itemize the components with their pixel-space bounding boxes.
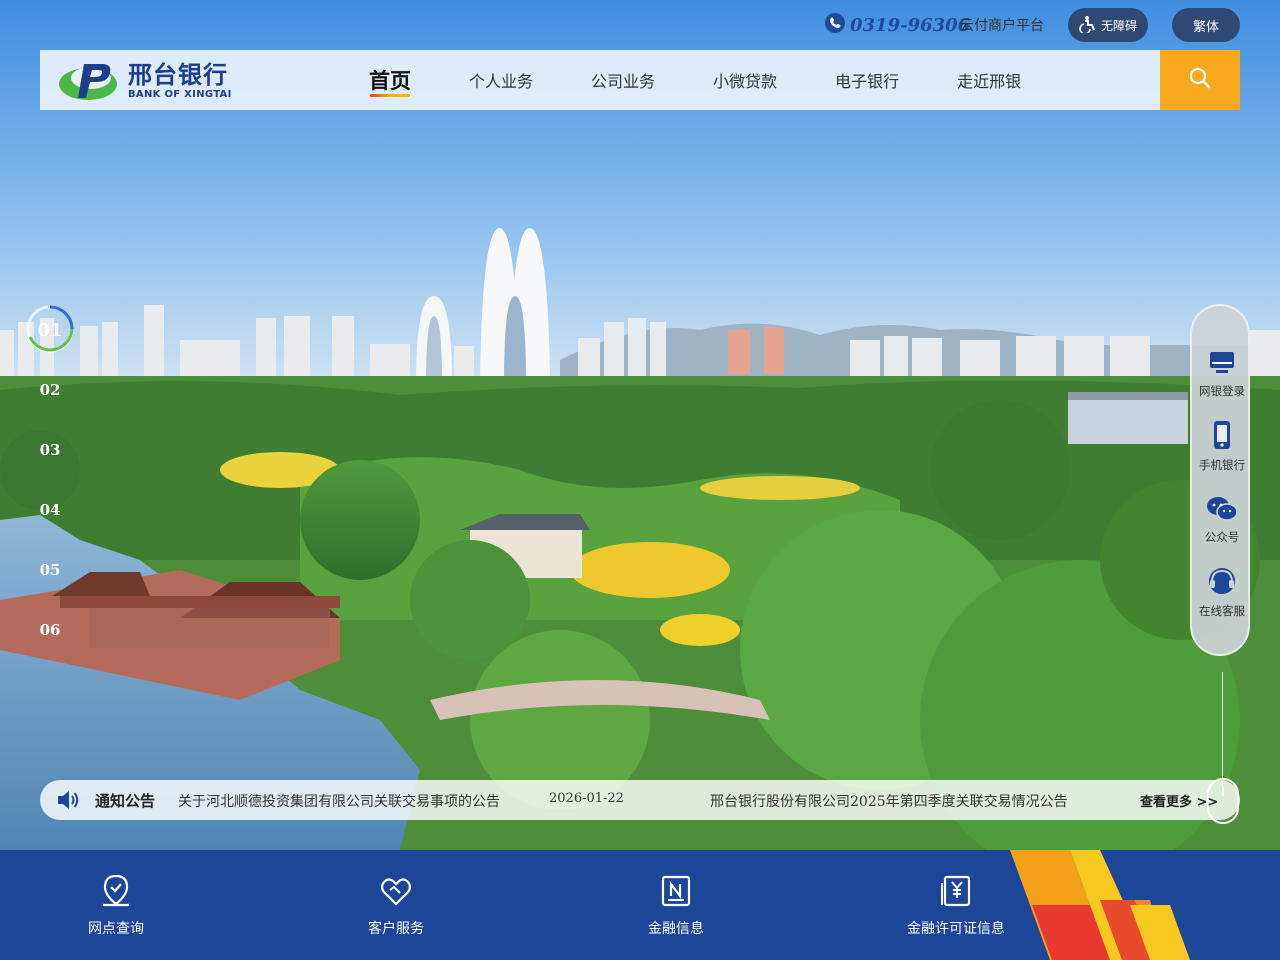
quick-link-label: 网点查询 (88, 921, 144, 937)
side-item-label: 在线客服 (1199, 604, 1245, 618)
floating-service-panel: 网银登录 手机银行 公众号 在线客服 (1190, 304, 1250, 656)
slide-dot-5[interactable]: 05 (26, 561, 74, 579)
side-item-label: 网银登录 (1199, 384, 1245, 398)
nav-item-personal[interactable]: 个人业务 (440, 50, 562, 110)
quick-link-customer-service[interactable]: 客户服务 (336, 874, 456, 938)
scroll-indicator-line (1222, 672, 1223, 787)
hotline: 0319-96306 (824, 12, 970, 38)
phone-icon (824, 12, 846, 38)
location-icon (100, 874, 132, 912)
quick-link-financial-info[interactable]: 金融信息 (616, 874, 736, 938)
logo-name-cn: 邢台银行 (128, 60, 228, 89)
nav-item-ebanking[interactable]: 电子银行 (806, 50, 928, 110)
accessibility-button[interactable]: 无障碍 (1068, 8, 1148, 42)
side-item-online-banking[interactable]: 网银登录 (1192, 350, 1252, 399)
side-item-mobile-banking[interactable]: 手机银行 (1192, 420, 1252, 473)
headset-icon (1206, 566, 1238, 599)
accessibility-label: 无障碍 (1100, 18, 1137, 33)
side-item-label: 公众号 (1204, 530, 1240, 544)
phone-icon (1211, 420, 1233, 453)
nav-item-microloan[interactable]: 小微贷款 (684, 50, 806, 110)
notice-item-1[interactable]: 关于河北顺德投资集团有限公司关联交易事项的公告 (178, 791, 518, 811)
search-icon (1188, 66, 1212, 94)
slide-dot-4[interactable]: 04 (26, 501, 74, 519)
slide-dot-6[interactable]: 06 (26, 621, 74, 639)
traditional-chinese-button[interactable]: 繁体 (1172, 8, 1240, 42)
logo-mark-icon (58, 56, 122, 106)
notice-bar: 通知公告 关于河北顺德投资集团有限公司关联交易事项的公告 2026-01-22 … (40, 780, 1240, 820)
quick-link-branch-search[interactable]: 网点查询 (56, 874, 176, 938)
slide-dot-1[interactable]: 01 (26, 320, 74, 341)
hotline-number: 0319-96306 (850, 14, 971, 36)
merchant-platform-link[interactable]: 云付商户平台 (960, 15, 1044, 35)
quick-links-bar: 网点查询 客户服务 金融信息 金融许可证信息 (0, 850, 1280, 960)
notice-title: 通知公告 (95, 792, 156, 810)
quick-link-label: 金融许可证信息 (907, 921, 1005, 937)
notice-item-2[interactable]: 邢台银行股份有限公司2025年第四季度关联交易情况公告 (710, 791, 1068, 811)
speaker-icon (56, 789, 80, 815)
bank-logo[interactable]: 邢台银行 BANK OF XINGTAI (58, 58, 232, 104)
accessibility-icon (1079, 15, 1097, 36)
slide-dot-3[interactable]: 03 (26, 441, 74, 459)
nav-item-about[interactable]: 走近邢银 (928, 50, 1050, 110)
quick-link-label: 客户服务 (368, 921, 424, 937)
news-icon (660, 874, 692, 912)
logo-text: 邢台银行 BANK OF XINGTAI (128, 63, 232, 100)
decorative-stripes (1010, 850, 1190, 960)
notice-more-link[interactable]: 查看更多 >> (1140, 791, 1218, 810)
handshake-icon (380, 874, 412, 912)
quick-link-label: 金融信息 (648, 921, 704, 937)
slide-dot-2[interactable]: 02 (26, 381, 74, 399)
license-icon (940, 874, 972, 912)
side-item-wechat[interactable]: 公众号 (1192, 496, 1252, 545)
side-item-label: 手机银行 (1199, 458, 1245, 472)
nav-item-corporate[interactable]: 公司业务 (562, 50, 684, 110)
search-button[interactable] (1160, 50, 1240, 110)
wechat-icon (1206, 496, 1238, 525)
logo-name-en: BANK OF XINGTAI (128, 88, 232, 100)
side-item-customer-service[interactable]: 在线客服 (1192, 566, 1252, 619)
main-nav-bar: 邢台银行 BANK OF XINGTAI 首页 个人业务 公司业务 小微贷款 电… (40, 50, 1240, 110)
monitor-icon (1208, 350, 1236, 379)
notice-item-1-date: 2026-01-22 (549, 791, 624, 806)
nav-menu: 首页 个人业务 公司业务 小微贷款 电子银行 走近邢银 (340, 50, 1050, 110)
nav-item-home[interactable]: 首页 (340, 50, 440, 110)
